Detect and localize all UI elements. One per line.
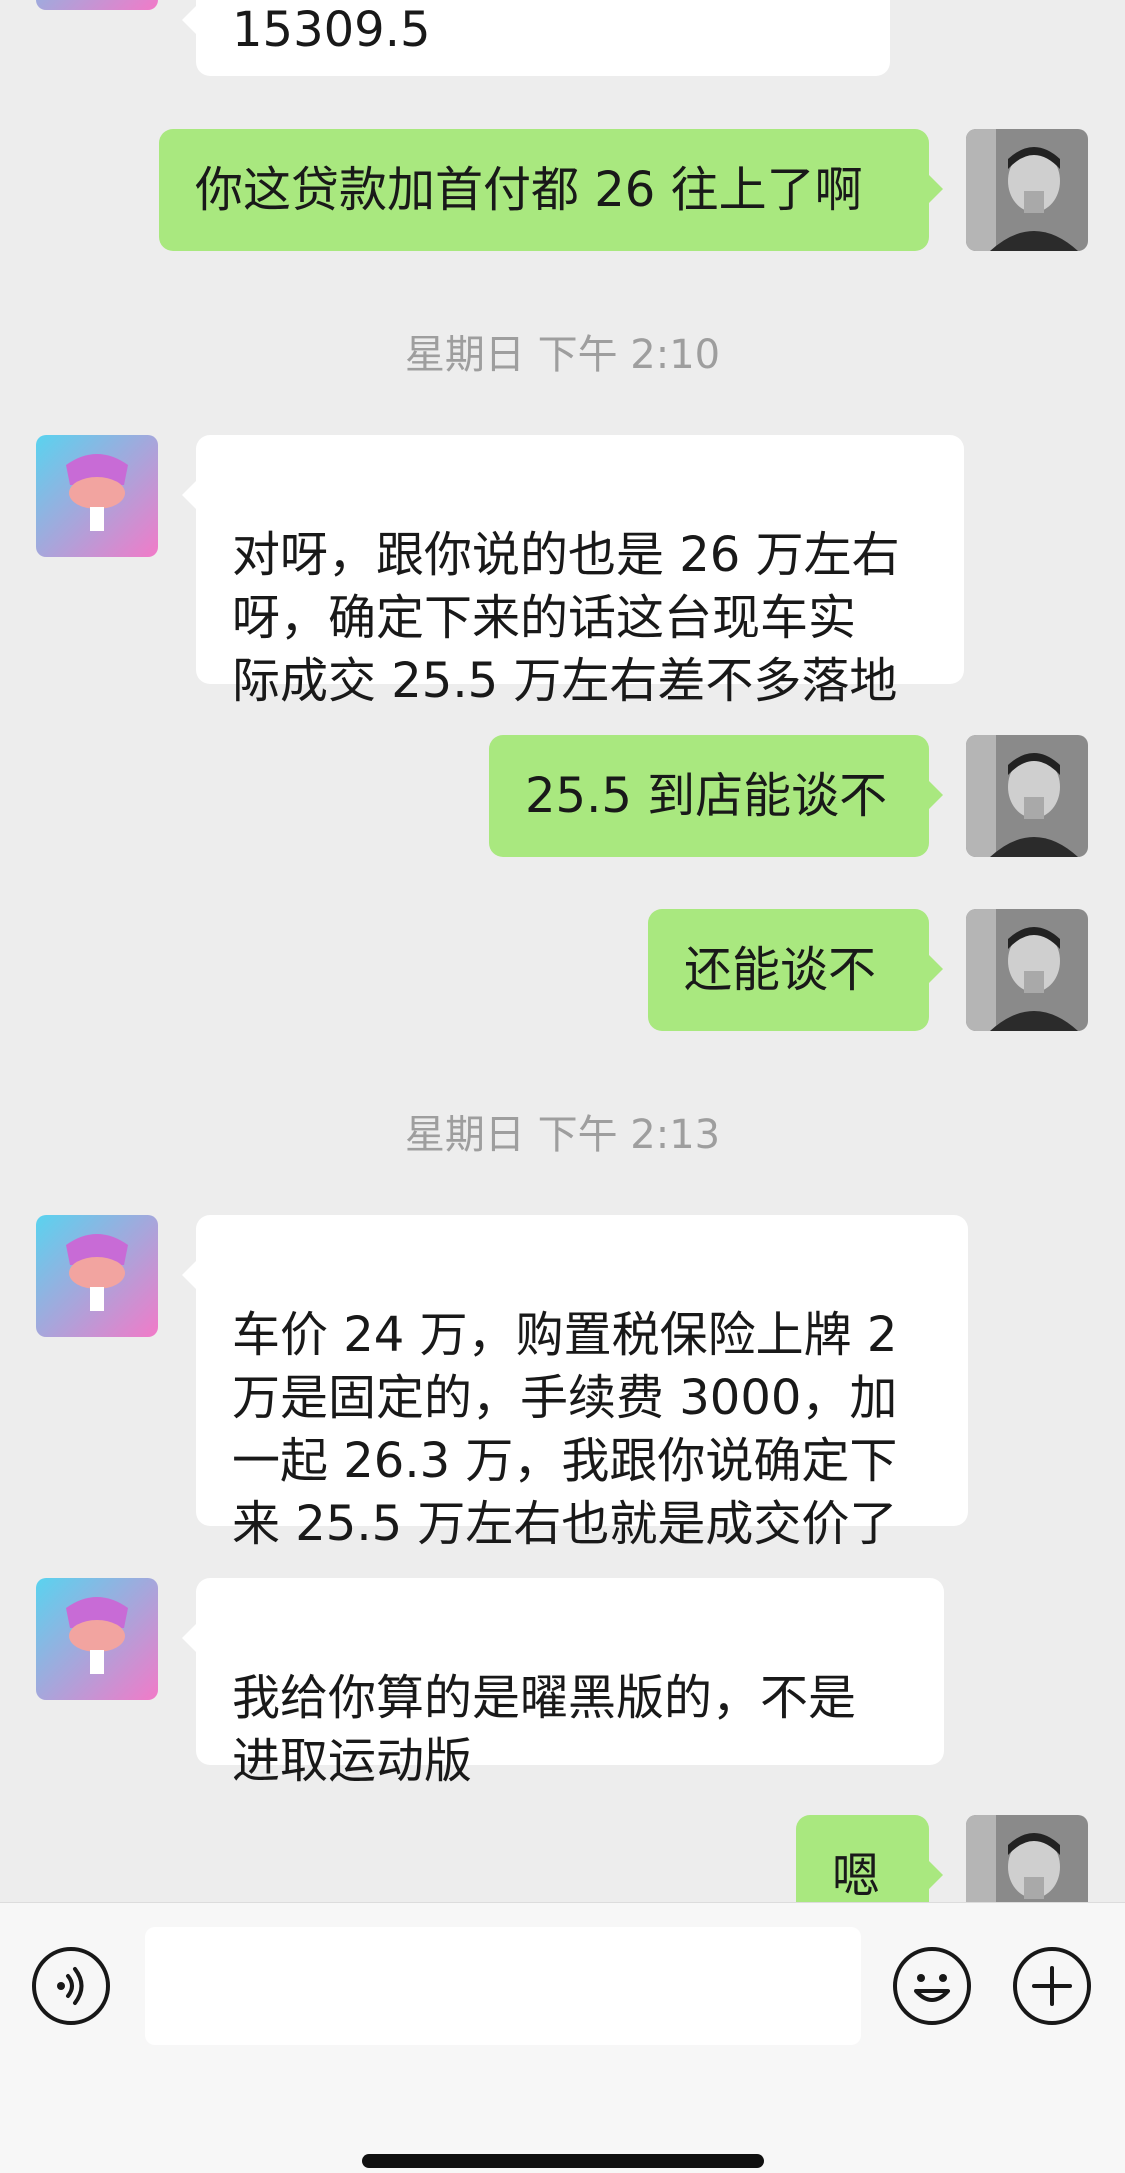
message-bubble-outgoing[interactable]: 25.5 到店能谈不 bbox=[489, 735, 943, 857]
my-avatar[interactable] bbox=[966, 129, 1088, 251]
message-text: 车价 24 万，购置税保险上牌 2 万是固定的，手续费 3000，加 一起 26… bbox=[232, 1307, 898, 1552]
message-text: 嗯 bbox=[832, 1847, 881, 1903]
voice-icon[interactable] bbox=[32, 1947, 110, 2025]
message-input[interactable] bbox=[145, 1927, 861, 2045]
message-text: 我给你算的是曜黑版的，不是 进取运动版 bbox=[232, 1670, 857, 1789]
my-avatar[interactable] bbox=[966, 735, 1088, 857]
timestamp: 星期日 下午 2:10 bbox=[404, 332, 721, 378]
message-bubble-incoming[interactable]: 对呀，跟你说的也是 26 万左右 呀，确定下来的话这台现车实 际成交 25.5 … bbox=[182, 435, 964, 709]
emoji-icon[interactable] bbox=[893, 1947, 971, 2025]
message-text: 还能谈不 bbox=[684, 941, 877, 998]
contact-avatar[interactable] bbox=[36, 435, 158, 557]
home-indicator bbox=[362, 2154, 764, 2168]
input-bar bbox=[0, 1902, 1125, 2173]
message-bubble-incoming[interactable]: 15309.5 bbox=[182, 0, 890, 76]
timestamp: 星期日 下午 2:13 bbox=[404, 1112, 721, 1158]
message-text: 对呀，跟你说的也是 26 万左右 呀，确定下来的话这台现车实 际成交 25.5 … bbox=[232, 527, 900, 709]
message-bubble-outgoing[interactable]: 还能谈不 bbox=[648, 909, 943, 1031]
my-avatar[interactable] bbox=[966, 909, 1088, 1031]
message-text: 15309.5 bbox=[232, 2, 431, 58]
contact-avatar[interactable] bbox=[36, 1578, 158, 1700]
message-bubble-incoming[interactable]: 我给你算的是曜黑版的，不是 进取运动版 bbox=[182, 1578, 944, 1789]
contact-avatar[interactable] bbox=[36, 1215, 158, 1337]
message-bubble-outgoing[interactable]: 你这贷款加首付都 26 往上了啊 bbox=[159, 129, 943, 251]
chat-area[interactable]: 15309.5 你这贷款加首付都 26 往上了啊 星期日 下午 2:10 对呀，… bbox=[0, 0, 1125, 1902]
message-bubble-incoming[interactable]: 车价 24 万，购置税保险上牌 2 万是固定的，手续费 3000，加 一起 26… bbox=[182, 1215, 968, 1552]
message-bubble-outgoing[interactable]: 嗯 bbox=[796, 1815, 943, 1903]
plus-icon[interactable] bbox=[1013, 1947, 1091, 2025]
message-text: 25.5 到店能谈不 bbox=[525, 767, 888, 824]
message-text: 你这贷款加首付都 26 往上了啊 bbox=[195, 161, 863, 218]
my-avatar[interactable] bbox=[966, 1815, 1088, 1902]
contact-avatar[interactable] bbox=[36, 0, 158, 10]
